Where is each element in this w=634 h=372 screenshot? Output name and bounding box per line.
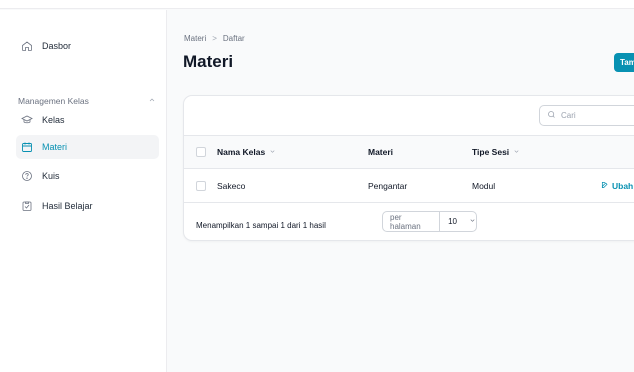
sidebar-item-label: Hasil Belajar xyxy=(42,201,93,211)
breadcrumb-current: Daftar xyxy=(222,34,245,43)
search-placeholder: Cari xyxy=(561,111,576,120)
sidebar-item-materi[interactable]: Materi xyxy=(16,135,159,159)
search-input[interactable]: Cari xyxy=(539,105,634,126)
breadcrumb: Materi > Daftar xyxy=(184,34,245,43)
sidebar-item-dasbor[interactable]: Dasbor xyxy=(16,34,159,58)
sidebar-group-managemen-kelas[interactable]: Managemen Kelas xyxy=(18,96,156,106)
search-icon xyxy=(547,110,561,121)
edit-icon xyxy=(601,181,612,191)
column-header-materi: Materi xyxy=(368,147,394,157)
sidebar: Dasbor Managemen Kelas Kelas Materi Kuis… xyxy=(0,10,167,372)
table-card: Cari Nama Kelas Materi Tipe Sesi Sakeco … xyxy=(183,95,634,241)
column-header-label: Nama Kelas xyxy=(217,147,266,157)
divider xyxy=(184,168,634,169)
breadcrumb-separator: > xyxy=(212,34,217,43)
edit-button[interactable]: Ubah xyxy=(601,181,633,191)
column-header-label: Tipe Sesi xyxy=(472,147,510,157)
divider xyxy=(184,202,634,203)
home-icon xyxy=(21,40,33,52)
sidebar-item-label: Kuis xyxy=(42,171,60,181)
select-all-checkbox[interactable] xyxy=(196,147,206,157)
row-cell-tipe: Modul xyxy=(472,181,496,191)
top-bar xyxy=(0,0,634,9)
calendar-icon xyxy=(21,141,33,153)
edit-label: Ubah xyxy=(612,181,634,191)
sidebar-item-label: Kelas xyxy=(42,115,65,125)
sidebar-item-hasil-belajar[interactable]: Hasil Belajar xyxy=(16,194,159,218)
pagination-summary: Menampilkan 1 sampai 1 dari 1 hasil xyxy=(196,221,326,230)
row-cell-materi: Pengantar xyxy=(368,181,408,191)
create-button[interactable]: Tam xyxy=(614,53,634,72)
breadcrumb-root[interactable]: Materi xyxy=(184,34,206,43)
row-cell-name: Sakeco xyxy=(217,181,246,191)
sidebar-item-kelas[interactable]: Kelas xyxy=(16,108,159,132)
page-title: Materi xyxy=(183,52,234,71)
sidebar-item-label: Dasbor xyxy=(42,41,72,51)
per-page-label: per halaman xyxy=(383,212,441,231)
per-page-value: 10 xyxy=(448,217,457,226)
row-checkbox[interactable] xyxy=(196,181,206,191)
chevron-down-icon xyxy=(457,217,476,226)
column-header-tipe-sesi[interactable]: Tipe Sesi xyxy=(472,147,520,157)
per-page-select[interactable]: per halaman 10 xyxy=(382,211,477,232)
table-header: Nama Kelas Materi Tipe Sesi xyxy=(184,136,634,168)
chevron-down-icon xyxy=(509,147,520,157)
question-circle-icon xyxy=(21,170,33,182)
graduation-cap-icon xyxy=(21,114,33,126)
chevron-down-icon xyxy=(265,147,276,157)
sidebar-group-label: Managemen Kelas xyxy=(18,96,89,106)
sidebar-item-kuis[interactable]: Kuis xyxy=(16,164,159,188)
chevron-up-icon xyxy=(148,96,156,106)
clipboard-icon xyxy=(21,200,33,212)
sidebar-item-label: Materi xyxy=(42,142,68,152)
column-header-nama-kelas[interactable]: Nama Kelas xyxy=(217,147,276,157)
